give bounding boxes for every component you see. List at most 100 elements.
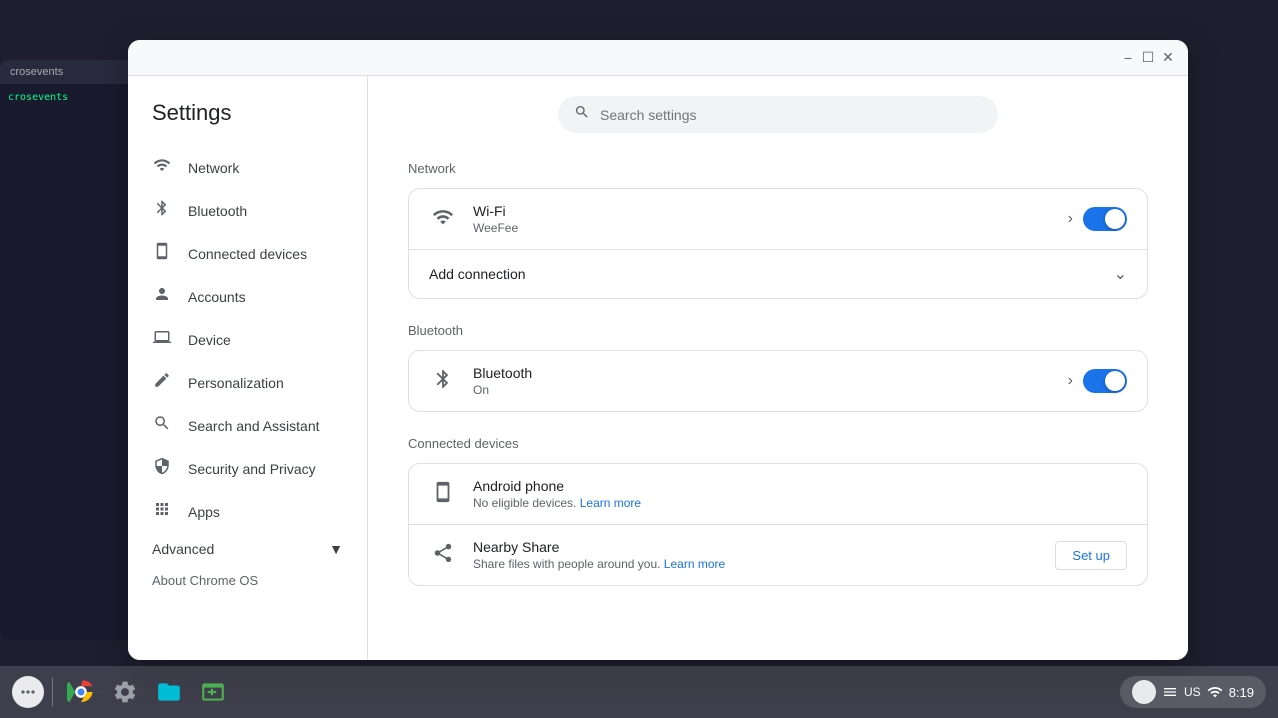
sidebar-item-apps[interactable]: Apps [128,490,359,533]
system-tray[interactable]: US 8:19 [1120,676,1266,708]
sidebar-item-device[interactable]: Device [128,318,359,361]
maximize-button[interactable]: ☐ [1140,50,1156,66]
terminal-app[interactable] [193,672,233,712]
settings-window: − ☐ ✕ Settings Network Bluetooth [128,40,1188,660]
setup-button[interactable]: Set up [1055,541,1127,570]
sidebar-advanced-section[interactable]: Advanced ▼ [128,533,367,565]
files-app[interactable] [149,672,189,712]
wifi-toggle[interactable] [1083,207,1127,231]
settings-body: Settings Network Bluetooth Connected dev… [128,76,1188,660]
search-input[interactable] [600,107,982,123]
network-icon [152,156,172,179]
bluetooth-section: Bluetooth Bluetooth On › [408,323,1148,412]
apps-icon [152,500,172,523]
android-learn-more-link[interactable]: Learn more [580,496,641,510]
taskbar-left [12,672,233,712]
android-phone-row: Android phone No eligible devices. Learn… [409,464,1147,525]
search-icon [574,104,590,125]
sidebar-about-label: About Chrome OS [152,573,258,588]
taskbar-user-avatar [1132,680,1156,704]
add-connection-label: Add connection [429,266,526,282]
sidebar-search-assistant-label: Search and Assistant [188,418,320,434]
taskbar-time: 8:19 [1229,685,1254,700]
terminal-title-text: crosevents [10,66,63,78]
nearby-share-icon [429,542,457,569]
bluetooth-icon [152,199,172,222]
nearby-share-title: Nearby Share [473,539,1039,555]
nearby-share-actions: Set up [1055,541,1127,570]
wifi-status-icon [1207,684,1223,700]
terminal-window: crosevents crosevents [0,60,140,640]
wifi-actions: › [1068,207,1127,231]
close-button[interactable]: ✕ [1160,50,1176,66]
taskbar: US 8:19 [0,666,1278,718]
android-phone-text: Android phone No eligible devices. Learn… [473,478,1127,510]
wifi-text: Wi-Fi WeeFee [473,203,1052,235]
wifi-chevron-icon: › [1068,210,1073,228]
minimize-button[interactable]: − [1120,50,1136,66]
nearby-share-row: Nearby Share Share files with people aro… [409,525,1147,585]
chrome-app[interactable] [61,672,101,712]
search-bar-container [558,96,998,133]
sidebar-connected-devices-label: Connected devices [188,246,307,262]
network-heading: Network [408,161,1148,176]
sidebar-item-security-privacy[interactable]: Security and Privacy [128,447,359,490]
wifi-toggle-thumb [1105,209,1125,229]
network-card: Wi-Fi WeeFee › Add connection [408,188,1148,299]
sidebar-about[interactable]: About Chrome OS [128,565,367,596]
taskbar-divider [52,678,53,706]
sidebar-item-accounts[interactable]: Accounts [128,275,359,318]
android-phone-title: Android phone [473,478,1127,494]
sidebar-personalization-label: Personalization [188,375,284,391]
connected-devices-section: Connected devices Android phone No eligi… [408,436,1148,586]
search-assistant-icon [152,414,172,437]
bluetooth-text: Bluetooth On [473,365,1052,397]
sidebar-network-label: Network [188,160,239,176]
wifi-icon [429,206,457,233]
terminal-title-bar: crosevents [0,60,140,84]
sidebar-item-personalization[interactable]: Personalization [128,361,359,404]
sidebar-accounts-label: Accounts [188,289,246,305]
taskbar-menu-icon [1162,684,1178,700]
bluetooth-chevron-icon: › [1068,372,1073,390]
settings-app[interactable] [105,672,145,712]
sidebar-item-network[interactable]: Network [128,146,359,189]
terminal-content: crosevents [0,84,140,111]
main-content: Network Wi-Fi WeeFee › [368,76,1188,660]
sidebar: Settings Network Bluetooth Connected dev… [128,76,368,660]
terminal-line: crosevents [8,92,132,103]
network-section: Network Wi-Fi WeeFee › [408,161,1148,299]
sidebar-security-privacy-label: Security and Privacy [188,461,316,477]
bluetooth-subtitle: On [473,383,1052,397]
sidebar-title: Settings [128,92,367,146]
device-icon [152,328,172,351]
sidebar-item-search-assistant[interactable]: Search and Assistant [128,404,359,447]
wifi-row[interactable]: Wi-Fi WeeFee › [409,189,1147,250]
add-connection-chevron-icon: ⌄ [1114,264,1127,284]
wifi-subtitle: WeeFee [473,221,1052,235]
nearby-share-text: Nearby Share Share files with people aro… [473,539,1039,571]
launcher-button[interactable] [12,676,44,708]
sidebar-bluetooth-label: Bluetooth [188,203,247,219]
android-phone-icon [429,481,457,508]
sidebar-advanced-label: Advanced [152,541,214,557]
add-connection-row[interactable]: Add connection ⌄ [409,250,1147,298]
sidebar-item-bluetooth[interactable]: Bluetooth [128,189,359,232]
connected-devices-card: Android phone No eligible devices. Learn… [408,463,1148,586]
security-privacy-icon [152,457,172,480]
nearby-share-learn-more-link[interactable]: Learn more [664,557,725,571]
bluetooth-row[interactable]: Bluetooth On › [409,351,1147,411]
personalization-icon [152,371,172,394]
bluetooth-toggle-thumb [1105,371,1125,391]
advanced-chevron-icon: ▼ [329,541,343,557]
bluetooth-card-icon [429,368,457,395]
bluetooth-toggle[interactable] [1083,369,1127,393]
bluetooth-card: Bluetooth On › [408,350,1148,412]
sidebar-item-connected-devices[interactable]: Connected devices [128,232,359,275]
window-chrome: − ☐ ✕ [128,40,1188,76]
nearby-share-subtitle: Share files with people around you. Lear… [473,557,1039,571]
connected-devices-icon [152,242,172,265]
sidebar-apps-label: Apps [188,504,220,520]
us-label: US [1184,685,1201,699]
sidebar-device-label: Device [188,332,231,348]
